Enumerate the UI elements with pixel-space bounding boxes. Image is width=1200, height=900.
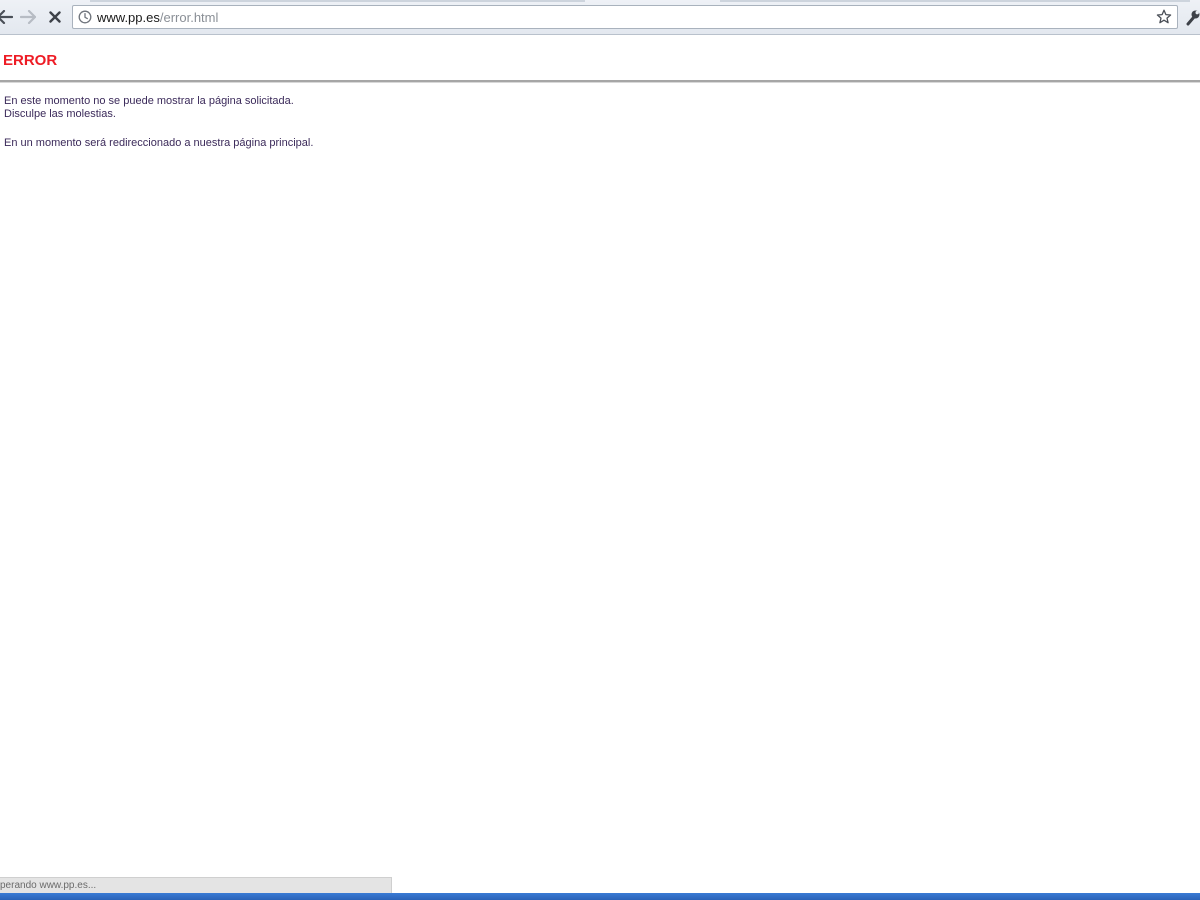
message-line-1: En este momento no se puede mostrar la p… — [4, 95, 294, 107]
url-text[interactable]: www.pp.es/error.html — [97, 10, 218, 25]
url-host: www.pp.es — [97, 10, 160, 25]
arrow-right-icon — [20, 10, 36, 24]
url-path: /error.html — [159, 10, 219, 25]
tab-edge — [720, 0, 1190, 2]
page-info-icon[interactable] — [78, 10, 92, 24]
forward-button[interactable] — [17, 6, 39, 28]
bookmark-button[interactable] — [1155, 8, 1173, 26]
address-bar[interactable]: www.pp.es/error.html — [72, 5, 1178, 29]
title-divider — [0, 80, 1200, 83]
message-line-3: En un momento será redireccionado a nues… — [4, 137, 314, 149]
tab-edge — [90, 0, 585, 2]
message-line-2: Disculpe las molestias. — [4, 108, 116, 120]
menu-button[interactable] — [1185, 8, 1200, 26]
status-bubble: perando www.pp.es... — [0, 877, 392, 893]
arrow-left-icon — [0, 10, 13, 24]
page-content: ERROR En este momento no se puede mostra… — [0, 36, 1200, 894]
close-icon — [49, 11, 61, 23]
page-title: ERROR — [3, 52, 58, 69]
taskbar-edge — [0, 893, 1200, 900]
star-icon — [1156, 9, 1172, 24]
browser-window: www.pp.es/error.html ERROR En este momen… — [0, 0, 1200, 900]
wrench-icon — [1186, 10, 1200, 26]
stop-button[interactable] — [44, 6, 66, 28]
back-button[interactable] — [0, 6, 16, 28]
tab-strip — [0, 0, 1200, 3]
browser-toolbar: www.pp.es/error.html — [0, 0, 1200, 35]
